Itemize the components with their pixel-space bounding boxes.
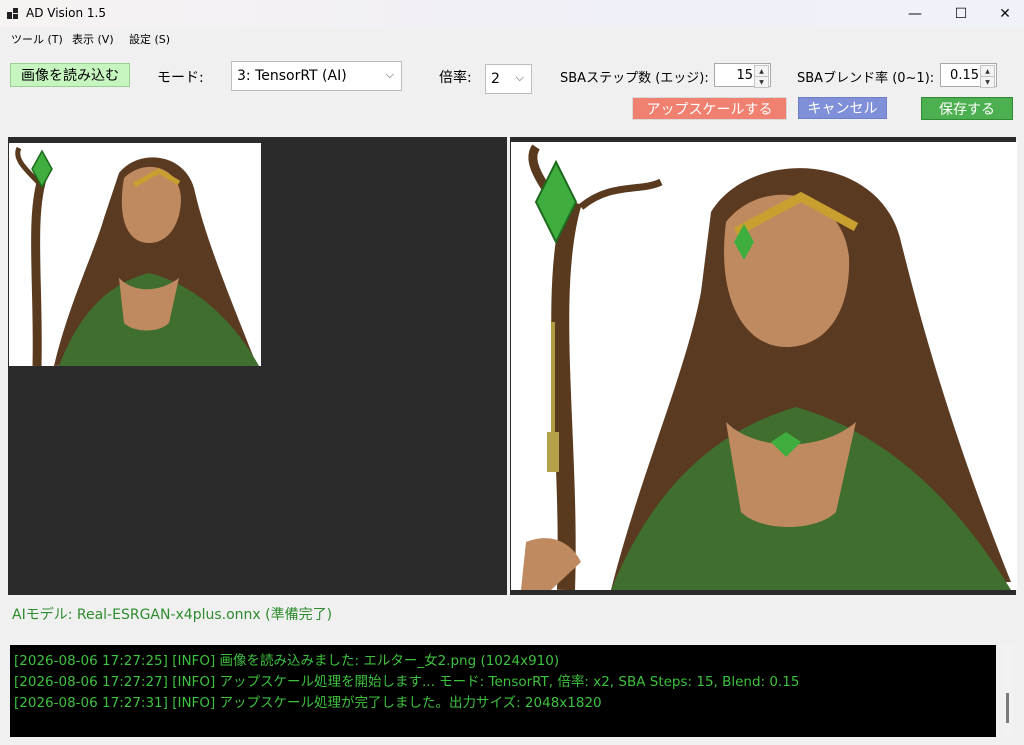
chevron-down-icon: ⌵ — [515, 71, 524, 84]
minimize-button[interactable]: — — [892, 0, 938, 27]
close-button[interactable]: ✕ — [982, 0, 1024, 27]
mode-value: 3: TensorRT (AI) — [237, 68, 347, 84]
spin-down-icon[interactable]: ▼ — [980, 76, 995, 88]
sba-steps-value: 15 — [736, 68, 753, 83]
upscaled-image — [511, 142, 1017, 590]
app-icon — [7, 8, 19, 19]
log-scrollbar[interactable] — [1003, 645, 1013, 737]
maximize-button[interactable]: ☐ — [938, 0, 984, 27]
mode-label: モード: — [157, 70, 204, 86]
original-image-panel — [8, 137, 507, 595]
spin-down-icon[interactable]: ▼ — [754, 76, 769, 88]
menu-bar: ツール (T) 表示 (V) 設定 (S) — [0, 27, 1024, 49]
original-image — [9, 143, 261, 366]
title-bar: AD Vision 1.5 — ☐ ✕ — [0, 0, 1024, 27]
menu-tools[interactable]: ツール (T) — [11, 31, 63, 47]
scale-label: 倍率: — [439, 70, 472, 86]
load-image-button[interactable]: 画像を読み込む — [10, 63, 130, 87]
chevron-down-icon: ⌵ — [385, 68, 394, 81]
menu-settings[interactable]: 設定 (S) — [129, 31, 170, 47]
sba-steps-input[interactable]: 15 ▲ ▼ — [714, 63, 771, 88]
scrollbar-thumb[interactable] — [1006, 693, 1009, 723]
sba-blend-label: SBAブレンド率 (0~1): — [797, 71, 935, 86]
save-button[interactable]: 保存する — [921, 97, 1013, 120]
log-line: [2026-08-06 17:27:31] [INFO] アップスケール処理が完… — [14, 695, 602, 711]
sba-blend-value: 0.15 — [950, 68, 979, 83]
ai-model-status: AIモデル: Real-ESRGAN-x4plus.onnx (準備完了) — [12, 607, 333, 623]
scale-value: 2 — [491, 71, 500, 87]
sba-blend-input[interactable]: 0.15 ▲ ▼ — [940, 63, 997, 88]
log-line: [2026-08-06 17:27:25] [INFO] 画像を読み込みました:… — [14, 653, 560, 669]
mode-select[interactable]: 3: TensorRT (AI) ⌵ — [231, 61, 402, 91]
upscale-button[interactable]: アップスケールする — [632, 97, 787, 120]
window-title: AD Vision 1.5 — [26, 6, 106, 20]
sba-steps-label: SBAステップ数 (エッジ): — [560, 71, 709, 86]
scale-select[interactable]: 2 ⌵ — [485, 64, 532, 94]
upscaled-image-panel — [510, 137, 1017, 595]
cancel-button[interactable]: キャンセル — [798, 97, 887, 119]
log-line: [2026-08-06 17:27:27] [INFO] アップスケール処理を開… — [14, 674, 800, 690]
menu-view[interactable]: 表示 (V) — [72, 31, 114, 47]
log-output: [2026-08-06 17:27:25] [INFO] 画像を読み込みました:… — [10, 645, 996, 737]
